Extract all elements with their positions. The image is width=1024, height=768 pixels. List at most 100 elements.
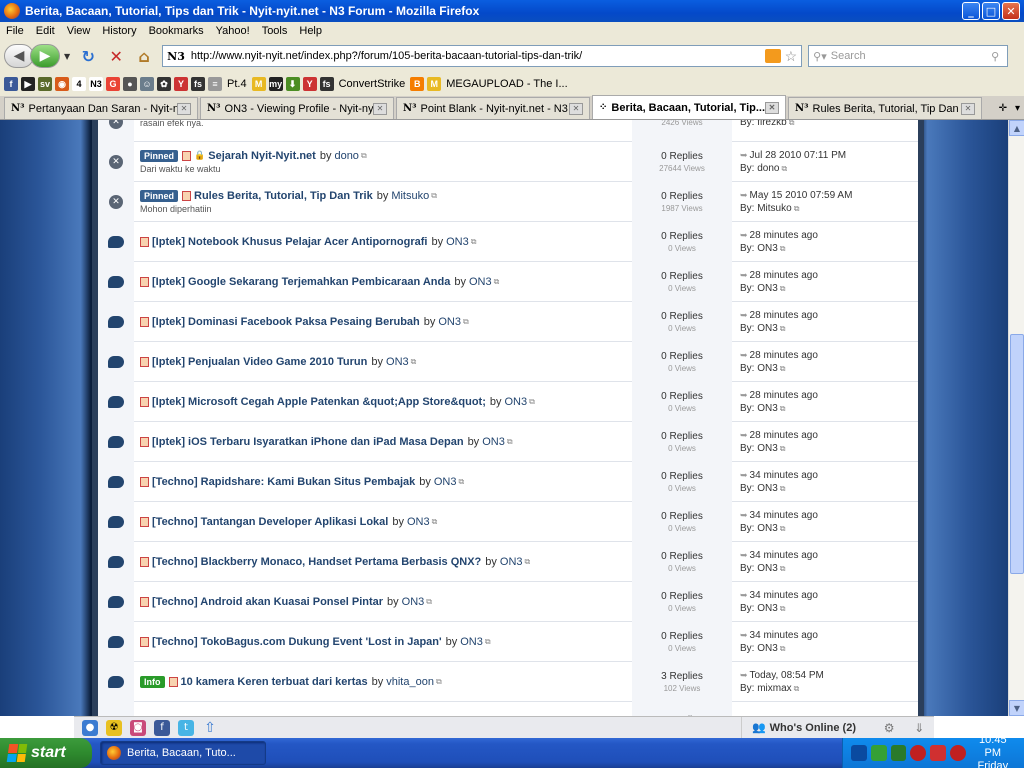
bookmark-icon[interactable]: Y: [302, 77, 317, 91]
topic-preview-icon[interactable]: [168, 676, 178, 687]
last-poster-link[interactable]: By: ON3: [740, 363, 778, 374]
bookmark-icon[interactable]: B: [410, 77, 425, 91]
profile-card-icon[interactable]: ⧉: [507, 437, 513, 447]
last-poster-link[interactable]: By: ON3: [740, 523, 778, 534]
profile-card-icon[interactable]: ⧉: [780, 244, 786, 253]
author-link[interactable]: Mitsuko: [391, 190, 429, 202]
last-post-arrow-icon[interactable]: ➥: [740, 270, 748, 280]
last-post-arrow-icon[interactable]: ➥: [740, 670, 748, 680]
topic-title-link[interactable]: [Techno] TokoBagus.com Dukung Event 'Los…: [152, 636, 442, 648]
author-link[interactable]: ON3: [407, 516, 430, 528]
menu-yahoo[interactable]: Yahoo!: [210, 25, 256, 37]
author-link[interactable]: ON3: [505, 396, 528, 408]
menu-tools[interactable]: Tools: [256, 25, 294, 37]
author-link[interactable]: dono: [334, 150, 358, 162]
topic-preview-icon[interactable]: [182, 190, 192, 201]
last-post-time[interactable]: 34 minutes ago: [750, 630, 818, 641]
profile-card-icon[interactable]: ⧉: [780, 284, 786, 293]
tray-antivirus-icon[interactable]: [930, 745, 946, 761]
author-link[interactable]: ON3: [500, 556, 523, 568]
twitter-icon[interactable]: t: [178, 719, 194, 736]
profile-card-icon[interactable]: ⧉: [780, 324, 786, 333]
topic-preview-icon[interactable]: [140, 556, 149, 567]
close-button[interactable]: ✕: [1002, 2, 1020, 20]
bookmark-icon[interactable]: ✿: [157, 77, 171, 91]
topic-preview-icon[interactable]: [140, 436, 149, 447]
topic-title-link[interactable]: [Iptek] Dominasi Facebook Paksa Pesaing …: [152, 316, 420, 328]
last-post-arrow-icon[interactable]: ➥: [740, 150, 748, 160]
maximize-button[interactable]: □: [982, 2, 1000, 20]
bookmark-star-icon[interactable]: ☆: [785, 48, 798, 65]
topic-preview-icon[interactable]: [140, 476, 149, 487]
bookmark-icon[interactable]: ⬇: [285, 77, 300, 91]
bookmark-icon[interactable]: fs: [319, 77, 334, 91]
collapse-icon[interactable]: ⇓: [914, 721, 924, 735]
stop-icon[interactable]: ✕: [104, 45, 128, 67]
topic-title-link[interactable]: [Iptek] Microsoft Cegah Apple Patenkan &…: [152, 396, 486, 408]
taskbar-firefox-window[interactable]: Berita, Bacaan, Tuto...: [100, 741, 266, 765]
last-post-arrow-icon[interactable]: ➥: [740, 350, 748, 360]
topic-preview-icon[interactable]: [140, 356, 149, 367]
scroll-thumb[interactable]: [1010, 334, 1024, 574]
tab-close-icon[interactable]: ✕: [765, 101, 779, 114]
profile-card-icon[interactable]: ⧉: [780, 364, 786, 373]
profile-card-icon[interactable]: ⧉: [780, 484, 786, 493]
tray-sync-icon[interactable]: [870, 745, 887, 761]
topic-title-link[interactable]: [Iptek] Notebook Khusus Pelajar Acer Ant…: [152, 236, 427, 248]
topic-title-link[interactable]: Rules Berita, Tutorial, Tip Dan Trik: [194, 190, 373, 202]
author-link[interactable]: ON3: [386, 356, 409, 368]
author-link[interactable]: ON3: [402, 596, 425, 608]
last-poster-link[interactable]: By: ON3: [740, 283, 778, 294]
topic-preview-icon[interactable]: [140, 236, 149, 247]
last-post-arrow-icon[interactable]: ➥: [740, 310, 748, 320]
scroll-down-button[interactable]: ▼: [1009, 700, 1024, 716]
tray-network-icon[interactable]: [851, 745, 867, 761]
search-placeholder[interactable]: Search: [831, 50, 991, 62]
profile-card-icon[interactable]: ⧉: [794, 204, 800, 213]
topic-preview-icon[interactable]: [140, 276, 149, 287]
search-icon[interactable]: ⚲: [991, 50, 999, 63]
last-post-time[interactable]: Today, 08:54 PM: [750, 670, 824, 681]
instagram-icon[interactable]: ◙: [130, 719, 146, 736]
last-poster-link[interactable]: By: firezkb: [740, 120, 787, 128]
profile-card-icon[interactable]: ⧉: [780, 644, 786, 653]
last-post-arrow-icon[interactable]: ➥: [740, 190, 748, 200]
radiation-icon[interactable]: ☢: [106, 719, 122, 736]
bookmark-label[interactable]: MEGAUPLOAD - The I...: [444, 78, 569, 90]
last-poster-link[interactable]: By: Mitsuko: [740, 203, 792, 214]
topic-title-link[interactable]: [Iptek] iOS Terbaru Isyaratkan iPhone da…: [152, 436, 464, 448]
topic-title-link[interactable]: [Iptek] Google Sekarang Terjemahkan Pemb…: [152, 276, 450, 288]
new-tab-icon[interactable]: ✛: [999, 103, 1007, 114]
last-poster-link[interactable]: By: ON3: [740, 483, 778, 494]
last-poster-link[interactable]: By: ON3: [740, 323, 778, 334]
profile-card-icon[interactable]: ⧉: [780, 444, 786, 453]
reload-icon[interactable]: ↻: [76, 45, 100, 67]
author-link[interactable]: ON3: [446, 236, 469, 248]
tab-list-icon[interactable]: ▾: [1015, 103, 1020, 114]
author-link[interactable]: ON3: [460, 636, 483, 648]
url-text[interactable]: http://www.nyit-nyit.net/index.php?/foru…: [191, 50, 765, 62]
last-post-arrow-icon[interactable]: ➥: [740, 510, 748, 520]
minimize-button[interactable]: _: [962, 2, 980, 20]
bookmark-label[interactable]: Pt.4: [225, 78, 249, 90]
bookmark-icon[interactable]: N3: [89, 77, 103, 91]
menu-edit[interactable]: Edit: [30, 25, 61, 37]
topic-title-link[interactable]: Sejarah Nyit-Nyit.net: [208, 150, 316, 162]
globe-icon[interactable]: ●: [82, 719, 98, 736]
profile-card-icon[interactable]: ⧉: [463, 317, 469, 327]
menu-file[interactable]: File: [0, 25, 30, 37]
tab-close-icon[interactable]: ✕: [373, 102, 387, 115]
last-post-time[interactable]: 34 minutes ago: [750, 510, 818, 521]
profile-card-icon[interactable]: ⧉: [459, 477, 465, 487]
profile-card-icon[interactable]: ⧉: [525, 557, 531, 567]
last-post-time[interactable]: 34 minutes ago: [750, 590, 818, 601]
last-post-arrow-icon[interactable]: ➥: [740, 630, 748, 640]
author-link[interactable]: ON3: [482, 436, 505, 448]
search-engine-icon[interactable]: ⚲▾: [813, 50, 827, 63]
profile-card-icon[interactable]: ⧉: [794, 684, 800, 693]
profile-card-icon[interactable]: ⧉: [471, 237, 477, 247]
profile-card-icon[interactable]: ⧉: [426, 597, 432, 607]
last-poster-link[interactable]: By: mixmax: [740, 683, 792, 694]
bookmark-icon[interactable]: 4: [72, 77, 86, 91]
profile-card-icon[interactable]: ⧉: [781, 164, 787, 173]
